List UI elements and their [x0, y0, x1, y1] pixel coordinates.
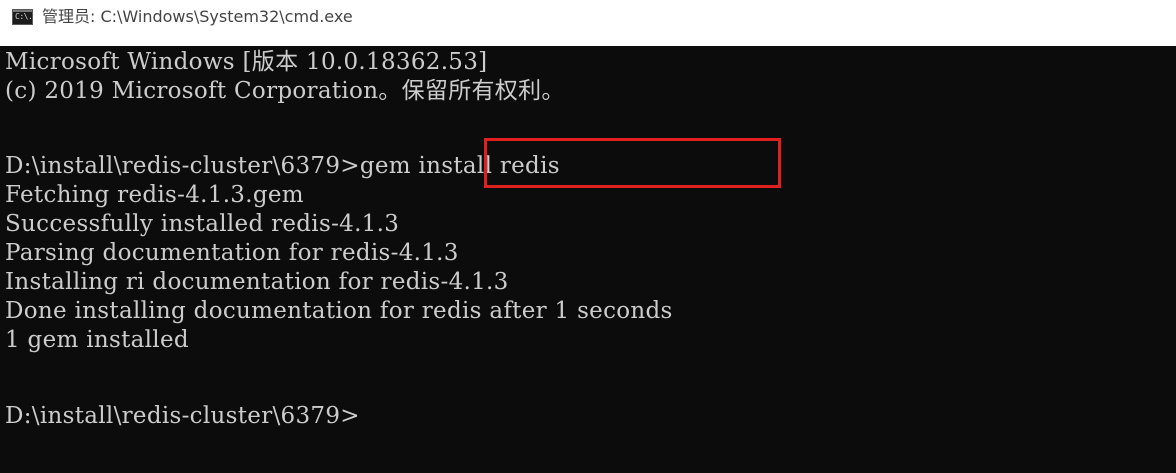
- console-line-gem-installed: 1 gem installed: [5, 327, 189, 353]
- console-line-done: Done installing documentation for redis …: [5, 298, 673, 324]
- console-output[interactable]: Microsoft Windows [版本 10.0.18362.53] (c)…: [0, 48, 1176, 473]
- console-line-fetching: Fetching redis-4.1.3.gem: [5, 182, 304, 208]
- cmd-icon-text: C:\.: [15, 12, 33, 21]
- command-prompt: D:\install\redis-cluster\6379>: [5, 153, 360, 179]
- command-highlight-box: [484, 138, 781, 188]
- console-line-prompt[interactable]: D:\install\redis-cluster\6379>: [5, 402, 360, 430]
- console-line-copyright: (c) 2019 Microsoft Corporation。保留所有权利。: [5, 78, 565, 104]
- title-bar[interactable]: C:\. 管理员: C:\Windows\System32\cmd.exe: [0, 0, 1176, 46]
- window-title: 管理员: C:\Windows\System32\cmd.exe: [42, 7, 353, 26]
- console-line-version: Microsoft Windows [版本 10.0.18362.53]: [5, 49, 488, 75]
- console-line-installed: Successfully installed redis-4.1.3: [5, 211, 400, 237]
- console-line-command: D:\install\redis-cluster\6379>gem instal…: [5, 152, 560, 180]
- console-line-parsing: Parsing documentation for redis-4.1.3: [5, 240, 459, 266]
- cmd-icon: C:\.: [12, 9, 33, 25]
- console-line-ri-docs: Installing ri documentation for redis-4.…: [5, 269, 509, 295]
- cmd-window: C:\. 管理员: C:\Windows\System32\cmd.exe Mi…: [0, 0, 1176, 473]
